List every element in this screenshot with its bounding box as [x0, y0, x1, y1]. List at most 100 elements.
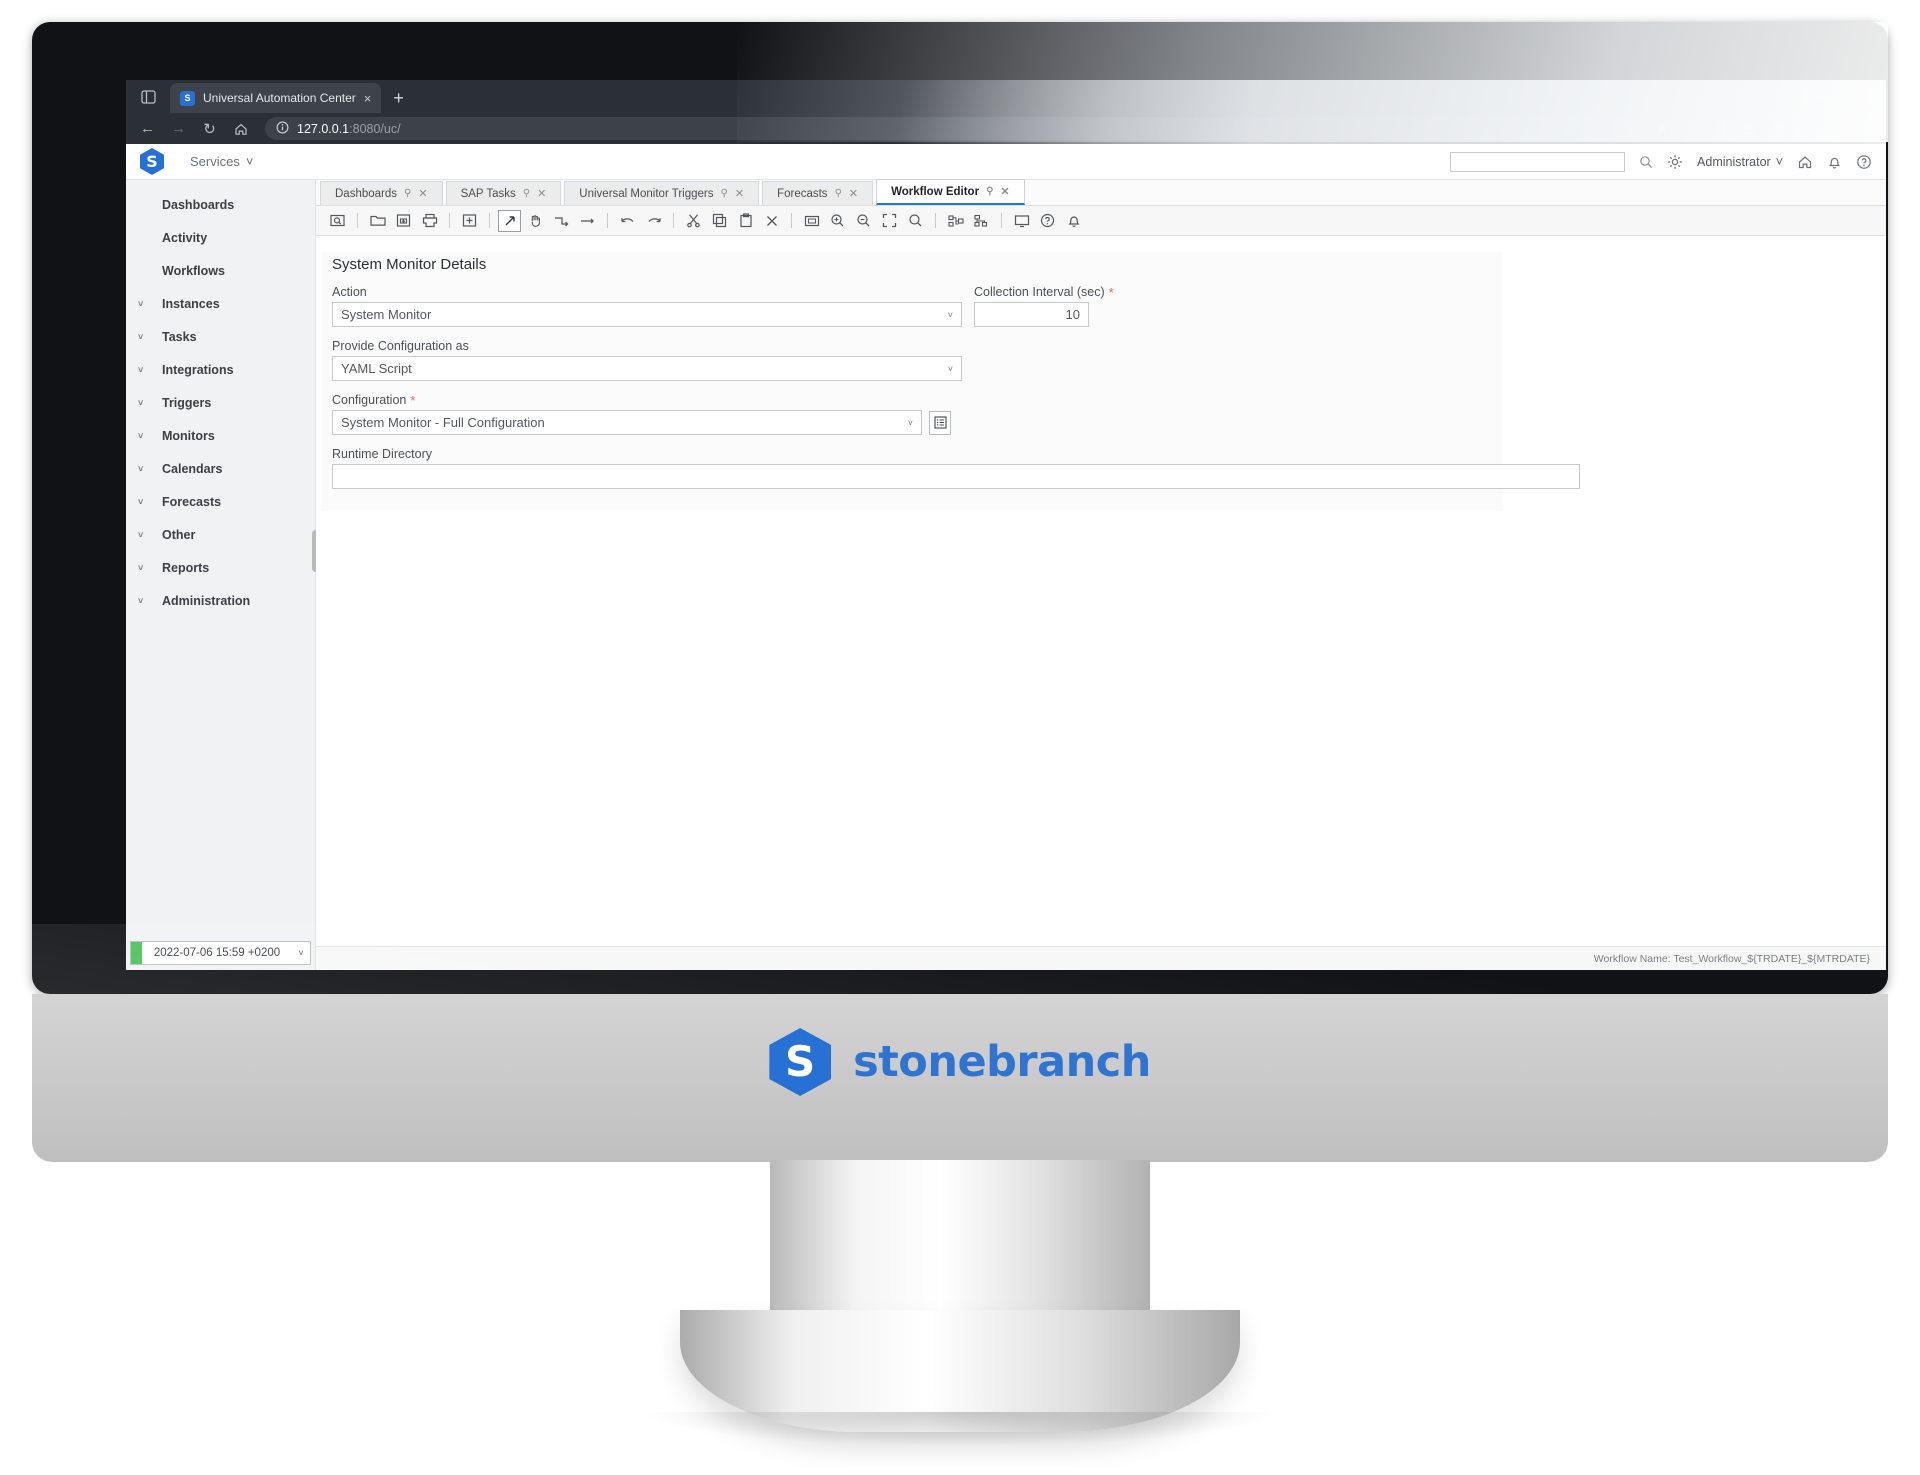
zoom-search-icon[interactable]: [904, 210, 927, 232]
chevron-down-icon[interactable]: ˅: [292, 942, 310, 964]
redo-icon[interactable]: [642, 210, 665, 232]
runtime-directory-input[interactable]: [332, 464, 1580, 489]
tab-sidebar-toggle-icon[interactable]: [126, 80, 170, 113]
pin-icon[interactable]: ⚲: [986, 186, 993, 197]
home-button[interactable]: [227, 115, 254, 142]
add-box-icon[interactable]: [458, 210, 481, 232]
home-icon[interactable]: [1797, 154, 1813, 170]
pin-icon[interactable]: ⚲: [721, 188, 728, 199]
configuration-select[interactable]: System Monitor - Full Configuration ˅: [332, 410, 922, 435]
zoom-region-icon[interactable]: [326, 210, 349, 232]
bell-icon[interactable]: [1827, 154, 1842, 170]
window-maximize-button[interactable]: ❐: [1832, 83, 1859, 110]
read-aloud-icon[interactable]: Aᴵ: [1650, 116, 1675, 141]
window-close-button[interactable]: ✕: [1859, 83, 1886, 110]
close-icon[interactable]: ✕: [418, 187, 427, 200]
status-indicator-badge: [131, 942, 142, 964]
collection-interval-input[interactable]: 10: [974, 302, 1089, 327]
pin-icon[interactable]: ⚲: [404, 188, 411, 199]
gear-icon[interactable]: [1667, 154, 1683, 170]
search-input[interactable]: [1450, 151, 1626, 172]
delete-icon[interactable]: [760, 210, 783, 232]
browser-tab[interactable]: S Universal Automation Center ×: [170, 83, 382, 113]
sidebar-datetime-selector[interactable]: 2022-07-06 15:59 +0200 ˅: [130, 941, 311, 965]
sidebar-item-activity[interactable]: ˅Activity: [126, 221, 315, 254]
back-button[interactable]: ←: [134, 115, 161, 142]
favorites-icon[interactable]: [1708, 116, 1733, 141]
forward-button[interactable]: →: [165, 115, 192, 142]
cut-icon[interactable]: [682, 210, 705, 232]
window-minimize-button[interactable]: —: [1805, 83, 1832, 110]
sidebar-item-tasks[interactable]: ˅ Tasks: [126, 320, 315, 353]
close-icon[interactable]: ✕: [537, 187, 546, 200]
profile-avatar[interactable]: [1824, 116, 1849, 141]
tab-universal-monitor-triggers[interactable]: Universal Monitor Triggers ⚲ ✕: [564, 181, 760, 205]
zoom-in-icon[interactable]: [826, 210, 849, 232]
browser-tab-favicon: S: [180, 90, 195, 106]
print-icon[interactable]: [418, 210, 441, 232]
sidebar-item-workflows[interactable]: ˅Workflows: [126, 254, 315, 287]
pin-icon[interactable]: ⚲: [835, 188, 842, 199]
sidebar-item-forecasts[interactable]: ˅ Forecasts: [126, 485, 315, 518]
browser-essentials-icon[interactable]: [1766, 116, 1791, 141]
connect-straight-icon[interactable]: [576, 210, 599, 232]
sidebar-item-dashboards[interactable]: ˅Dashboards: [126, 188, 315, 221]
sidebar-item-calendars[interactable]: ˅ Calendars: [126, 452, 315, 485]
sidebar-item-triggers[interactable]: ˅ Triggers: [126, 386, 315, 419]
bell-icon[interactable]: [1062, 210, 1085, 232]
layout-horizontal-icon[interactable]: [944, 210, 967, 232]
help-icon[interactable]: [1856, 154, 1872, 170]
action-select[interactable]: System Monitor ˅: [332, 302, 962, 327]
sidebar-item-administration[interactable]: ˅ Administration: [126, 584, 315, 617]
sidebar-item-instances[interactable]: ˅ Instances: [126, 287, 315, 320]
copy-icon[interactable]: [708, 210, 731, 232]
address-bar[interactable]: 127.0.0.1:8080/uc/: [265, 117, 1639, 140]
zoom-out-icon[interactable]: [852, 210, 875, 232]
close-icon[interactable]: ✕: [735, 187, 744, 200]
panel-title: System Monitor Details: [332, 256, 487, 273]
search-icon[interactable]: [1639, 155, 1653, 169]
sidebar-item-monitors[interactable]: ˅ Monitors: [126, 419, 315, 452]
close-icon[interactable]: ✕: [849, 187, 858, 200]
tab-sap-tasks[interactable]: SAP Tasks ⚲ ✕: [445, 181, 562, 205]
sidebar-item-label: Forecasts: [162, 494, 222, 509]
new-tab-button[interactable]: +: [381, 83, 416, 113]
list-picker-icon[interactable]: [929, 410, 951, 435]
services-menu[interactable]: Services ˅: [190, 154, 253, 169]
settings-more-icon[interactable]: ⋯: [1853, 116, 1878, 141]
layout-tree-icon[interactable]: [970, 210, 993, 232]
pin-icon[interactable]: ⚲: [523, 188, 530, 199]
arrow-select-icon[interactable]: [498, 209, 521, 232]
browser-tab-close-icon[interactable]: ×: [364, 91, 372, 106]
collections-icon[interactable]: [1737, 116, 1762, 141]
fit-to-window-icon[interactable]: [800, 210, 823, 232]
sidebar-item-other[interactable]: ˅ Other: [126, 518, 315, 551]
undo-icon[interactable]: [616, 210, 639, 232]
user-menu[interactable]: Administrator ˅: [1697, 155, 1783, 169]
sidebar-item-integrations[interactable]: ˅ Integrations: [126, 353, 315, 386]
close-icon[interactable]: ✕: [1000, 185, 1009, 198]
chevron-down-icon: ˅: [138, 529, 144, 540]
save-icon[interactable]: [392, 210, 415, 232]
reload-button[interactable]: ↻: [196, 115, 223, 142]
site-info-icon[interactable]: [276, 121, 289, 137]
paste-icon[interactable]: [734, 210, 757, 232]
tab-label: Workflow Editor: [891, 185, 980, 198]
sidebar-item-reports[interactable]: ˅ Reports: [126, 551, 315, 584]
action-label: Action: [332, 285, 367, 299]
tab-label: Universal Monitor Triggers: [579, 187, 714, 200]
split-screen-icon[interactable]: [1795, 116, 1820, 141]
provide-configuration-as-select[interactable]: YAML Script ˅: [332, 356, 962, 381]
tab-workflow-editor[interactable]: Workflow Editor ⚲ ✕: [876, 179, 1025, 205]
help-circle-icon[interactable]: [1036, 210, 1059, 232]
pan-hand-icon[interactable]: [524, 210, 547, 232]
favorite-star-icon[interactable]: ★: [1679, 116, 1704, 141]
tab-dashboards[interactable]: Dashboards ⚲ ✕: [320, 181, 443, 205]
action-value: System Monitor: [341, 307, 432, 322]
monitor-icon[interactable]: [1010, 210, 1033, 232]
actual-size-icon[interactable]: [878, 210, 901, 232]
connect-step-icon[interactable]: [550, 210, 573, 232]
app-logo[interactable]: S: [140, 148, 164, 175]
open-folder-icon[interactable]: [366, 210, 389, 232]
tab-forecasts[interactable]: Forecasts ⚲ ✕: [762, 181, 874, 205]
